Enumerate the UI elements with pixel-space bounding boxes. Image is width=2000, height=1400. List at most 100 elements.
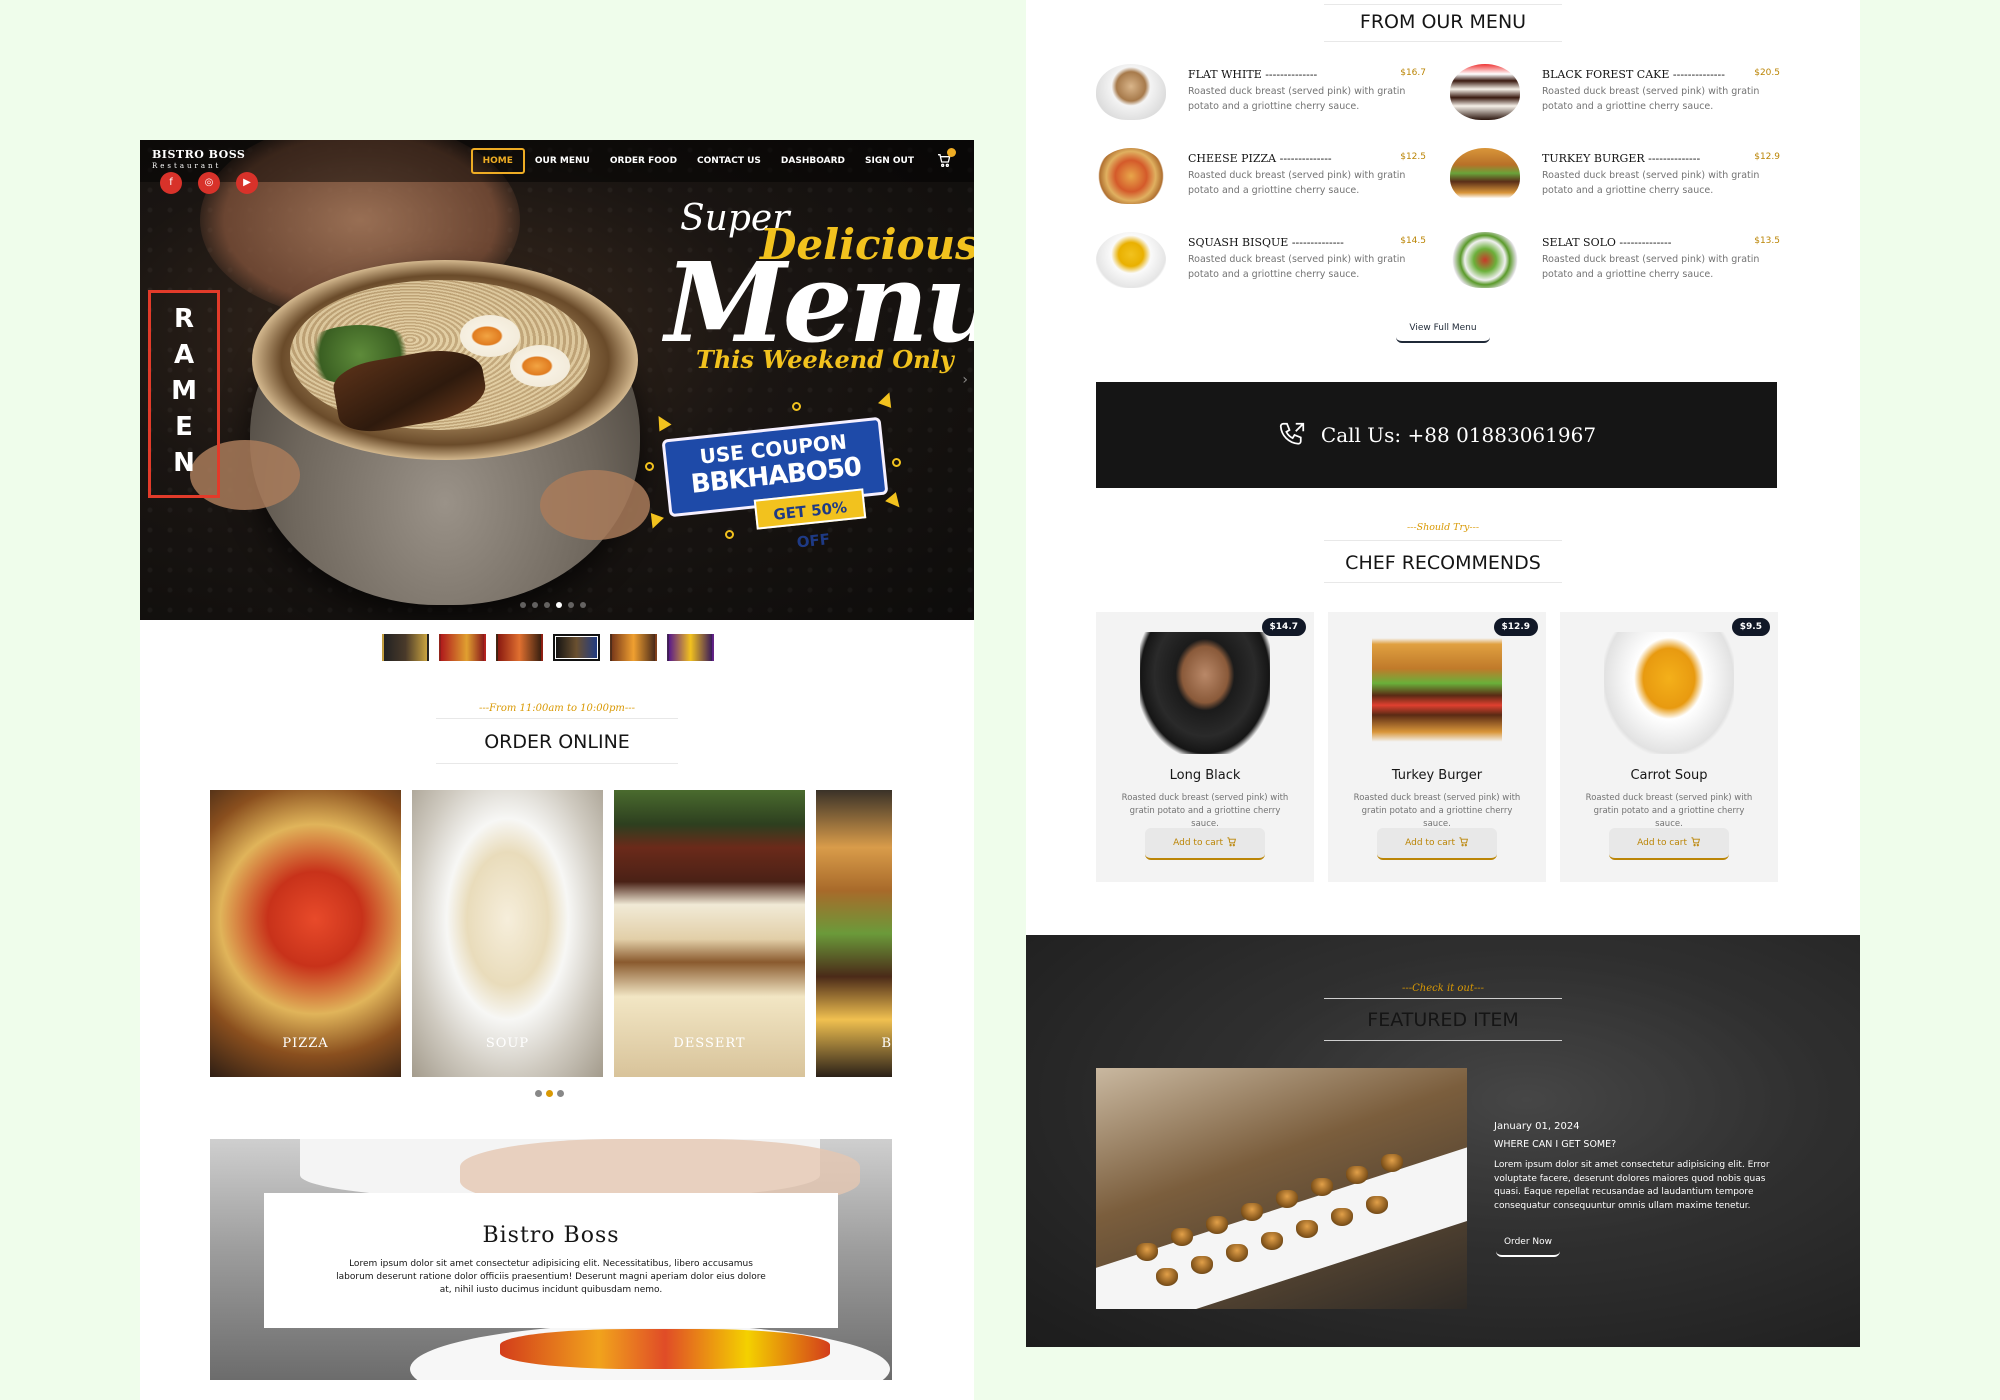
menu-item[interactable]: TURKEY BURGER -------------- $12.9 Roasted… bbox=[1450, 148, 1780, 218]
facebook-icon[interactable]: f bbox=[160, 172, 182, 194]
nav-link-dashboard[interactable]: DASHBOARD bbox=[771, 150, 855, 172]
slide-thumbnail[interactable] bbox=[610, 634, 657, 661]
add-to-cart-button[interactable]: Add to cart bbox=[1145, 828, 1265, 860]
menu-item-name: CHEESE PIZZA -------------- bbox=[1188, 152, 1332, 165]
menu-item[interactable]: SELAT SOLO -------------- $13.5 Roasted du… bbox=[1450, 232, 1780, 302]
slide-thumbnail[interactable] bbox=[382, 634, 429, 661]
menu-item[interactable]: FLAT WHITE -------------- $16.7 Roasted du… bbox=[1096, 64, 1426, 134]
menu-item-description: Roasted duck breast (served pink) with g… bbox=[1542, 86, 1760, 112]
slide-dot[interactable] bbox=[532, 602, 538, 608]
chef-item-name: Long Black bbox=[1169, 768, 1241, 783]
add-to-cart-button[interactable]: Add to cart bbox=[1377, 828, 1497, 860]
category-label: PIZZA bbox=[282, 1036, 329, 1051]
carousel-dot[interactable] bbox=[546, 1090, 553, 1097]
cart-icon bbox=[1687, 837, 1701, 848]
confetti-ring-icon bbox=[645, 462, 654, 471]
slide-thumbnail[interactable] bbox=[553, 634, 600, 661]
snack-image bbox=[1311, 1178, 1333, 1196]
hand-image bbox=[540, 470, 650, 540]
slide-thumbnail[interactable] bbox=[496, 634, 543, 661]
from-menu-title: FROM OUR MENU bbox=[1359, 11, 1527, 33]
call-bar: Call Us: +88 01883061967 bbox=[1096, 382, 1777, 488]
category-card-pizza[interactable]: PIZZA bbox=[210, 790, 401, 1077]
order-online-subtitle: ---From 11:00am to 10:00pm--- bbox=[478, 703, 636, 714]
carousel-dot[interactable] bbox=[557, 1090, 564, 1097]
soup-bowl-icon bbox=[1604, 632, 1734, 754]
chef-item-description: Roasted duck breast (served pink) with g… bbox=[1353, 793, 1521, 829]
snack-image bbox=[1136, 1243, 1158, 1261]
call-number[interactable]: Call Us: +88 01883061967 bbox=[1321, 423, 1596, 447]
featured-text: Lorem ipsum dolor sit amet consectetur a… bbox=[1494, 1160, 1770, 1211]
hero-slide-dots[interactable] bbox=[520, 602, 586, 608]
slide-dot[interactable] bbox=[568, 602, 574, 608]
menu-item-price: $20.5 bbox=[1754, 68, 1780, 78]
snack-image bbox=[1261, 1232, 1283, 1250]
add-to-cart-button[interactable]: Add to cart bbox=[1609, 828, 1729, 860]
burger-icon bbox=[1372, 632, 1502, 754]
chef-card: $14.7 Long Black Roasted duck breast (serv… bbox=[1096, 612, 1314, 882]
slide-dot[interactable] bbox=[580, 602, 586, 608]
category-card-burger[interactable]: B bbox=[816, 790, 892, 1077]
salad-icon bbox=[1450, 232, 1520, 288]
snack-image bbox=[1156, 1268, 1178, 1286]
snack-image bbox=[1241, 1203, 1263, 1221]
order-online-title: ORDER ONLINE bbox=[484, 731, 630, 753]
slide-dot[interactable] bbox=[556, 602, 562, 608]
chef-item-description: Roasted duck breast (served pink) with g… bbox=[1121, 793, 1289, 829]
slide-dot[interactable] bbox=[544, 602, 550, 608]
chevron-right-icon[interactable]: › bbox=[962, 372, 968, 388]
menu-item-name: FLAT WHITE -------------- bbox=[1188, 68, 1318, 81]
snack-image bbox=[1206, 1216, 1228, 1234]
slide-thumbnail[interactable] bbox=[439, 634, 486, 661]
youtube-icon[interactable]: ▶ bbox=[236, 172, 258, 194]
order-now-button[interactable]: Order Now bbox=[1496, 1237, 1560, 1257]
nav-links: HOME OUR MENU ORDER FOOD CONTACT US DASHBOAR… bbox=[470, 148, 924, 174]
food-image bbox=[500, 1329, 830, 1369]
featured-section: ---Check it out--- FEATURED ITEM January… bbox=[1026, 935, 1860, 1347]
about-section: Bistro Boss Lorem ipsum dolor sit amet c… bbox=[210, 1139, 892, 1380]
tray-image bbox=[1096, 1144, 1467, 1309]
snack-image bbox=[1346, 1166, 1368, 1184]
menu-item-price: $12.5 bbox=[1400, 152, 1426, 162]
soup-icon bbox=[1096, 232, 1166, 288]
snack-image bbox=[1171, 1228, 1193, 1246]
carousel-dot[interactable] bbox=[535, 1090, 542, 1097]
price-badge: $9.5 bbox=[1731, 618, 1770, 636]
menu-item[interactable]: CHEESE PIZZA -------------- $12.5 Roasted … bbox=[1096, 148, 1426, 218]
logo-title[interactable]: BISTRO BOSS bbox=[152, 148, 245, 161]
menu-item-price: $14.5 bbox=[1400, 236, 1426, 246]
view-full-menu-button[interactable]: View Full Menu bbox=[1396, 323, 1490, 343]
menu-item-name: TURKEY BURGER -------------- bbox=[1542, 152, 1701, 165]
chef-subtitle: ---Should Try--- bbox=[1406, 522, 1480, 533]
divider bbox=[1324, 998, 1562, 999]
slide-thumbnail[interactable] bbox=[667, 634, 714, 661]
menu-item[interactable]: BLACK FOREST CAKE -------------- $20.5 Roa… bbox=[1450, 64, 1780, 134]
price-badge: $14.7 bbox=[1261, 618, 1306, 636]
menu-item-price: $12.9 bbox=[1754, 152, 1780, 162]
menu-item-description: Roasted duck breast (served pink) with g… bbox=[1188, 86, 1406, 112]
promo-weekend: This Weekend Only bbox=[696, 345, 954, 374]
nav-link-our-menu[interactable]: OUR MENU bbox=[525, 150, 600, 172]
nav-link-home[interactable]: HOME bbox=[470, 148, 525, 174]
category-label: DESSERT bbox=[673, 1036, 746, 1051]
nav-link-order-food[interactable]: ORDER FOOD bbox=[600, 150, 687, 172]
snack-image bbox=[1381, 1154, 1403, 1172]
menu-item[interactable]: SQUASH BISQUE -------------- $14.5 Roasted… bbox=[1096, 232, 1426, 302]
nav-link-sign-out[interactable]: SIGN OUT bbox=[855, 150, 924, 172]
slide-dot[interactable] bbox=[520, 602, 526, 608]
category-card-dessert[interactable]: DESSERT bbox=[614, 790, 805, 1077]
divider bbox=[436, 718, 678, 719]
divider bbox=[436, 763, 678, 764]
confetti-ring-icon bbox=[792, 402, 801, 411]
snack-image bbox=[1366, 1196, 1388, 1214]
coffee-icon bbox=[1096, 64, 1166, 120]
nav-link-contact-us[interactable]: CONTACT US bbox=[687, 150, 771, 172]
instagram-icon[interactable]: ◎ bbox=[198, 172, 220, 194]
category-card-soup[interactable]: SOUP bbox=[412, 790, 603, 1077]
category-dots[interactable] bbox=[535, 1090, 564, 1097]
home-page-right: FROM OUR MENU FLAT WHITE -------------- $… bbox=[1026, 0, 1860, 1347]
snack-image bbox=[1331, 1208, 1353, 1226]
divider bbox=[1324, 4, 1562, 5]
menu-item-description: Roasted duck breast (served pink) with g… bbox=[1542, 170, 1760, 196]
category-label: B bbox=[881, 1036, 892, 1051]
